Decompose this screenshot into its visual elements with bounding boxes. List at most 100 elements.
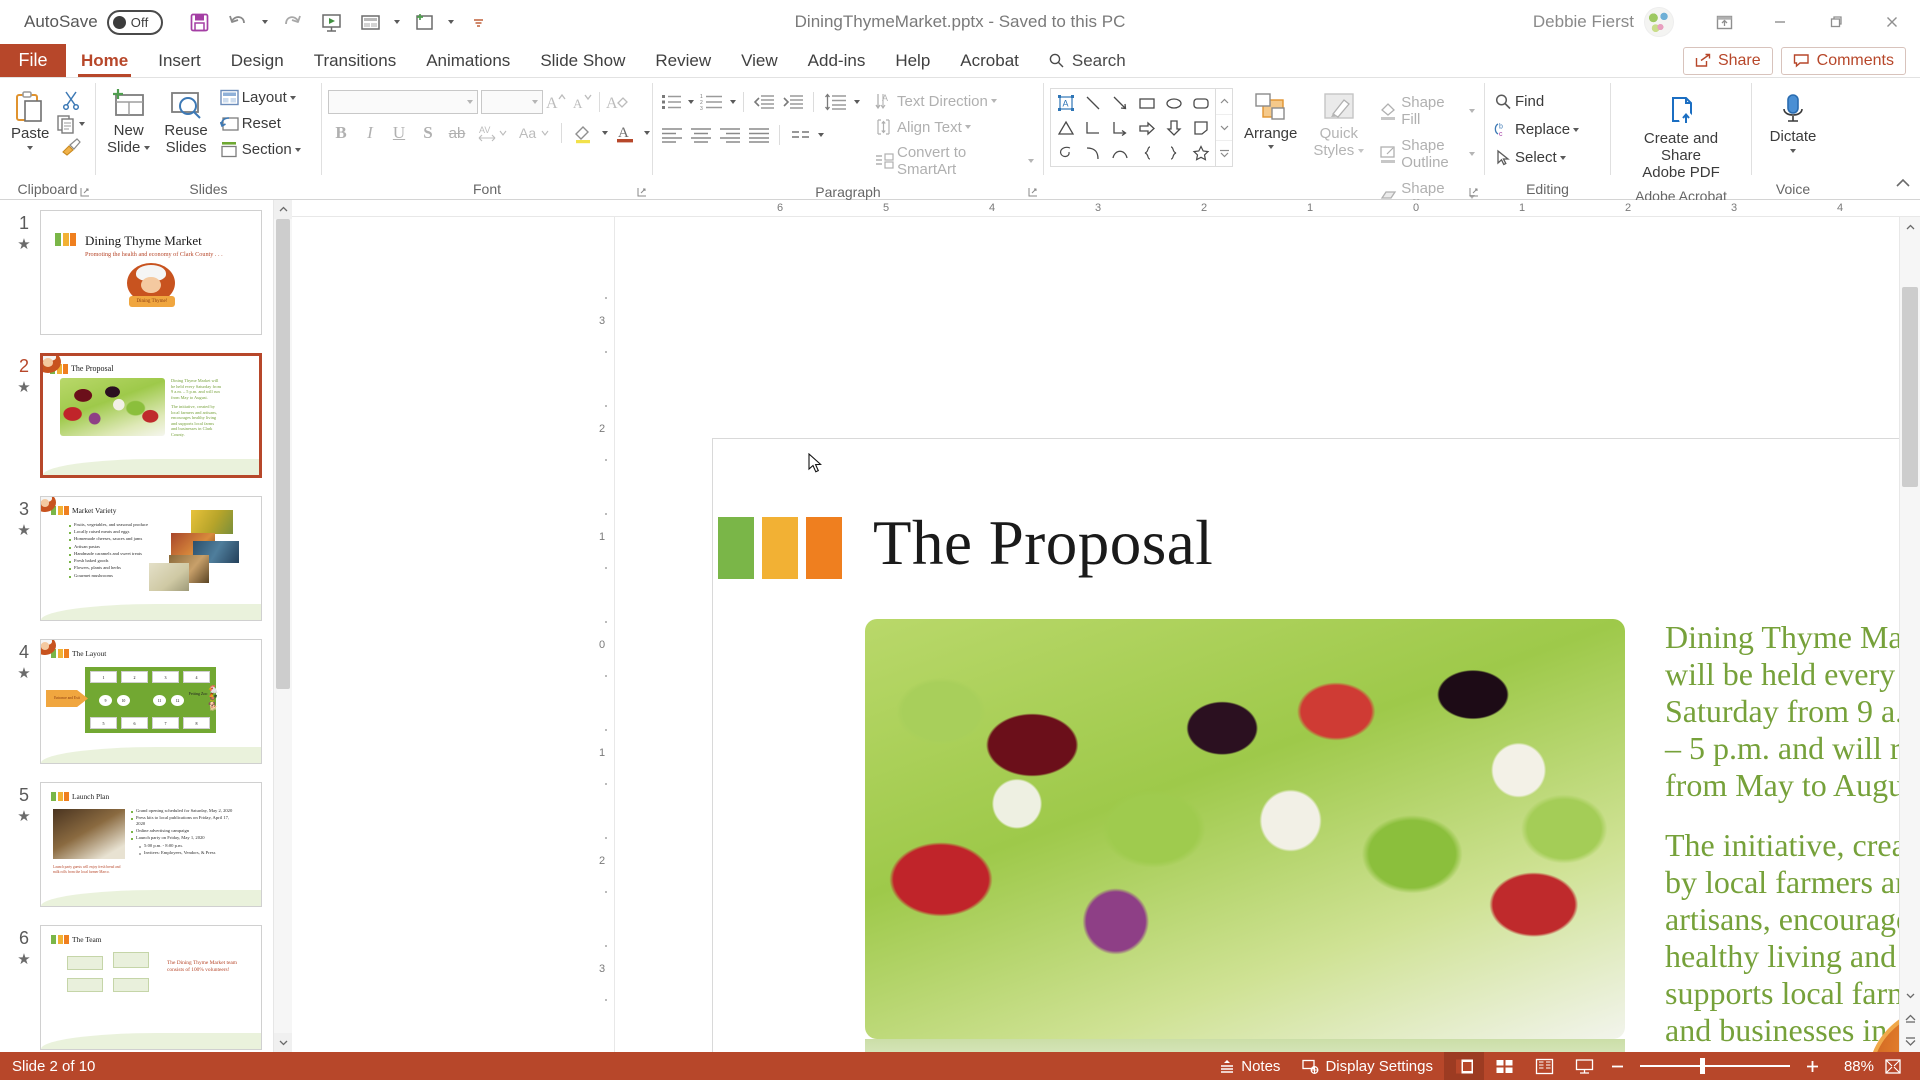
increase-font-size-icon[interactable]: A — [543, 90, 569, 114]
arrow-shape[interactable] — [1106, 90, 1133, 115]
customize-qat-icon[interactable] — [460, 5, 497, 39]
elbow-arrow-connector-shape[interactable] — [1106, 115, 1133, 140]
thumbnail-slide-6[interactable]: 6 ★ The Team The Dining Thyme Market tea… — [8, 925, 292, 1050]
font-name-dropdown-icon[interactable] — [467, 100, 473, 104]
numbering-button[interactable]: 123 — [697, 90, 727, 114]
rounded-rectangle-shape[interactable] — [1187, 90, 1214, 115]
bullets-dropdown-icon[interactable] — [688, 100, 694, 104]
arrange-dropdown-icon[interactable] — [1267, 144, 1274, 149]
bold-button[interactable]: B — [328, 121, 354, 145]
align-text-button[interactable]: Align Text — [872, 116, 1037, 138]
scroll-down-icon[interactable] — [1900, 985, 1920, 1006]
scrollbar-thumb[interactable] — [1902, 287, 1918, 487]
zoom-slider[interactable] — [1640, 1058, 1790, 1074]
new-slide-button[interactable]: New Slide — [102, 84, 155, 160]
replace-dropdown-icon[interactable] — [1573, 127, 1580, 132]
text-direction-dropdown-icon[interactable] — [990, 99, 997, 103]
scroll-up-icon[interactable] — [274, 200, 292, 219]
tab-animations[interactable]: Animations — [411, 44, 525, 77]
line-shape[interactable] — [1079, 90, 1106, 115]
thumbnail-slide-2[interactable]: 2 ★ The Proposal Dining Thyme Market wil… — [8, 353, 292, 478]
greek-salad-photo[interactable] — [865, 619, 1625, 1039]
search-box[interactable]: Search — [1034, 44, 1140, 77]
slide-show-view-button[interactable] — [1564, 1052, 1604, 1080]
avatar[interactable] — [1644, 7, 1674, 37]
quick-styles-dropdown-icon[interactable] — [1358, 149, 1365, 154]
share-button[interactable]: Share — [1682, 46, 1773, 75]
collapse-ribbon-button[interactable] — [1894, 176, 1912, 195]
slide-body-text[interactable]: Dining Thyme Market will be held every S… — [1665, 619, 1920, 1052]
shape-fill-dropdown-icon[interactable] — [1469, 109, 1475, 113]
copy-icon[interactable] — [56, 114, 76, 134]
slide-title[interactable]: The Proposal — [873, 507, 1213, 580]
section-dropdown-icon[interactable] — [294, 147, 301, 152]
smartart-dropdown-icon[interactable] — [1028, 159, 1034, 163]
curve-shape[interactable] — [1079, 140, 1106, 165]
slide-canvas[interactable]: The Proposal Dining Thyme Market will be… — [712, 438, 1920, 1052]
tab-slide-show[interactable]: Slide Show — [525, 44, 640, 77]
center-button[interactable] — [688, 123, 714, 147]
quick-styles-button[interactable]: Quick Styles — [1308, 88, 1369, 163]
shapes-scroll-up-icon[interactable] — [1216, 89, 1232, 115]
editor-scrollbar[interactable] — [1899, 217, 1920, 1052]
text-highlight-dropdown-icon[interactable] — [602, 131, 608, 135]
new-slide-dropdown-icon[interactable] — [445, 5, 458, 39]
normal-view-button[interactable] — [1444, 1052, 1484, 1080]
layout-button[interactable]: Layout — [217, 87, 304, 108]
columns-dropdown-icon[interactable] — [818, 133, 824, 137]
align-left-button[interactable] — [659, 123, 685, 147]
slide-editor-pane[interactable]: 6 5 4 3 2 1 0 1 2 3 4 5 6 3 2 1 0 1 2 3 — [292, 200, 1920, 1052]
restore-button[interactable] — [1808, 0, 1864, 44]
thumbnail-card[interactable]: The Layout 1 2 3 4 9 10 11 12 5 6 7 8 Pe… — [40, 639, 262, 764]
arc-shape[interactable] — [1106, 140, 1133, 165]
shapes-scroll-down-icon[interactable] — [1216, 115, 1232, 141]
new-slide-dropdown-icon[interactable] — [144, 146, 151, 151]
italic-button[interactable]: I — [357, 121, 383, 145]
select-dropdown-icon[interactable] — [1559, 155, 1566, 160]
undo-icon[interactable] — [220, 5, 257, 39]
font-name-input[interactable] — [328, 90, 478, 114]
comments-button[interactable]: Comments — [1780, 46, 1906, 75]
thumbnail-scrollbar[interactable] — [273, 200, 292, 1052]
line-spacing-button[interactable] — [821, 90, 851, 114]
shape-outline-button[interactable]: Shape Outline — [1375, 135, 1478, 173]
convert-to-smartart-button[interactable]: Convert to SmartArt — [872, 142, 1037, 180]
slide-layout-dropdown-icon[interactable] — [391, 5, 404, 39]
scrollbar-thumb[interactable] — [276, 219, 290, 689]
thumbnail-card[interactable]: The Team The Dining Thyme Market team co… — [40, 925, 262, 1050]
scribble-shape[interactable] — [1052, 140, 1079, 165]
font-size-dropdown-icon[interactable] — [532, 100, 538, 104]
rectangle-shape[interactable] — [1133, 90, 1160, 115]
dictate-dropdown-icon[interactable] — [1790, 148, 1796, 153]
ribbon-display-options-icon[interactable] — [1696, 0, 1752, 44]
shapes-gallery-scroll[interactable] — [1216, 88, 1233, 167]
start-from-beginning-icon[interactable] — [313, 5, 350, 39]
display-settings-button[interactable]: Display Settings — [1291, 1052, 1444, 1080]
right-brace-shape[interactable] — [1160, 140, 1187, 165]
arrange-button[interactable]: Arrange — [1239, 88, 1302, 152]
slide-layout-icon[interactable] — [352, 5, 389, 39]
tab-help[interactable]: Help — [880, 44, 945, 77]
text-direction-button[interactable]: A Text Direction — [872, 90, 1037, 112]
character-spacing-button[interactable]: AV — [473, 121, 511, 145]
reset-button[interactable]: Reset — [217, 113, 304, 134]
tab-home[interactable]: Home — [66, 44, 143, 77]
tab-file[interactable]: File — [0, 44, 66, 77]
thumbnail-slide-4[interactable]: 4 ★ The Layout 1 2 3 4 9 10 11 12 5 6 7 … — [8, 639, 292, 764]
fit-to-window-button[interactable] — [1874, 1052, 1912, 1080]
numbering-dropdown-icon[interactable] — [730, 100, 736, 104]
redo-icon[interactable] — [274, 5, 311, 39]
reuse-slides-button[interactable]: Reuse Slides — [159, 84, 212, 160]
thumbnail-card[interactable]: Launch Plan Launch party guests will enj… — [40, 782, 262, 907]
notes-button[interactable]: Notes — [1208, 1052, 1291, 1080]
right-arrow-shape[interactable] — [1133, 115, 1160, 140]
layout-dropdown-icon[interactable] — [289, 95, 296, 100]
font-color-dropdown-icon[interactable] — [644, 131, 650, 135]
oval-shape[interactable] — [1160, 90, 1187, 115]
increase-indent-button[interactable] — [780, 90, 806, 114]
text-box-shape[interactable]: A — [1052, 90, 1079, 115]
tab-acrobat[interactable]: Acrobat — [945, 44, 1034, 77]
zoom-in-button[interactable] — [1799, 1052, 1826, 1080]
align-text-dropdown-icon[interactable] — [964, 125, 971, 129]
folded-corner-shape[interactable] — [1187, 115, 1214, 140]
